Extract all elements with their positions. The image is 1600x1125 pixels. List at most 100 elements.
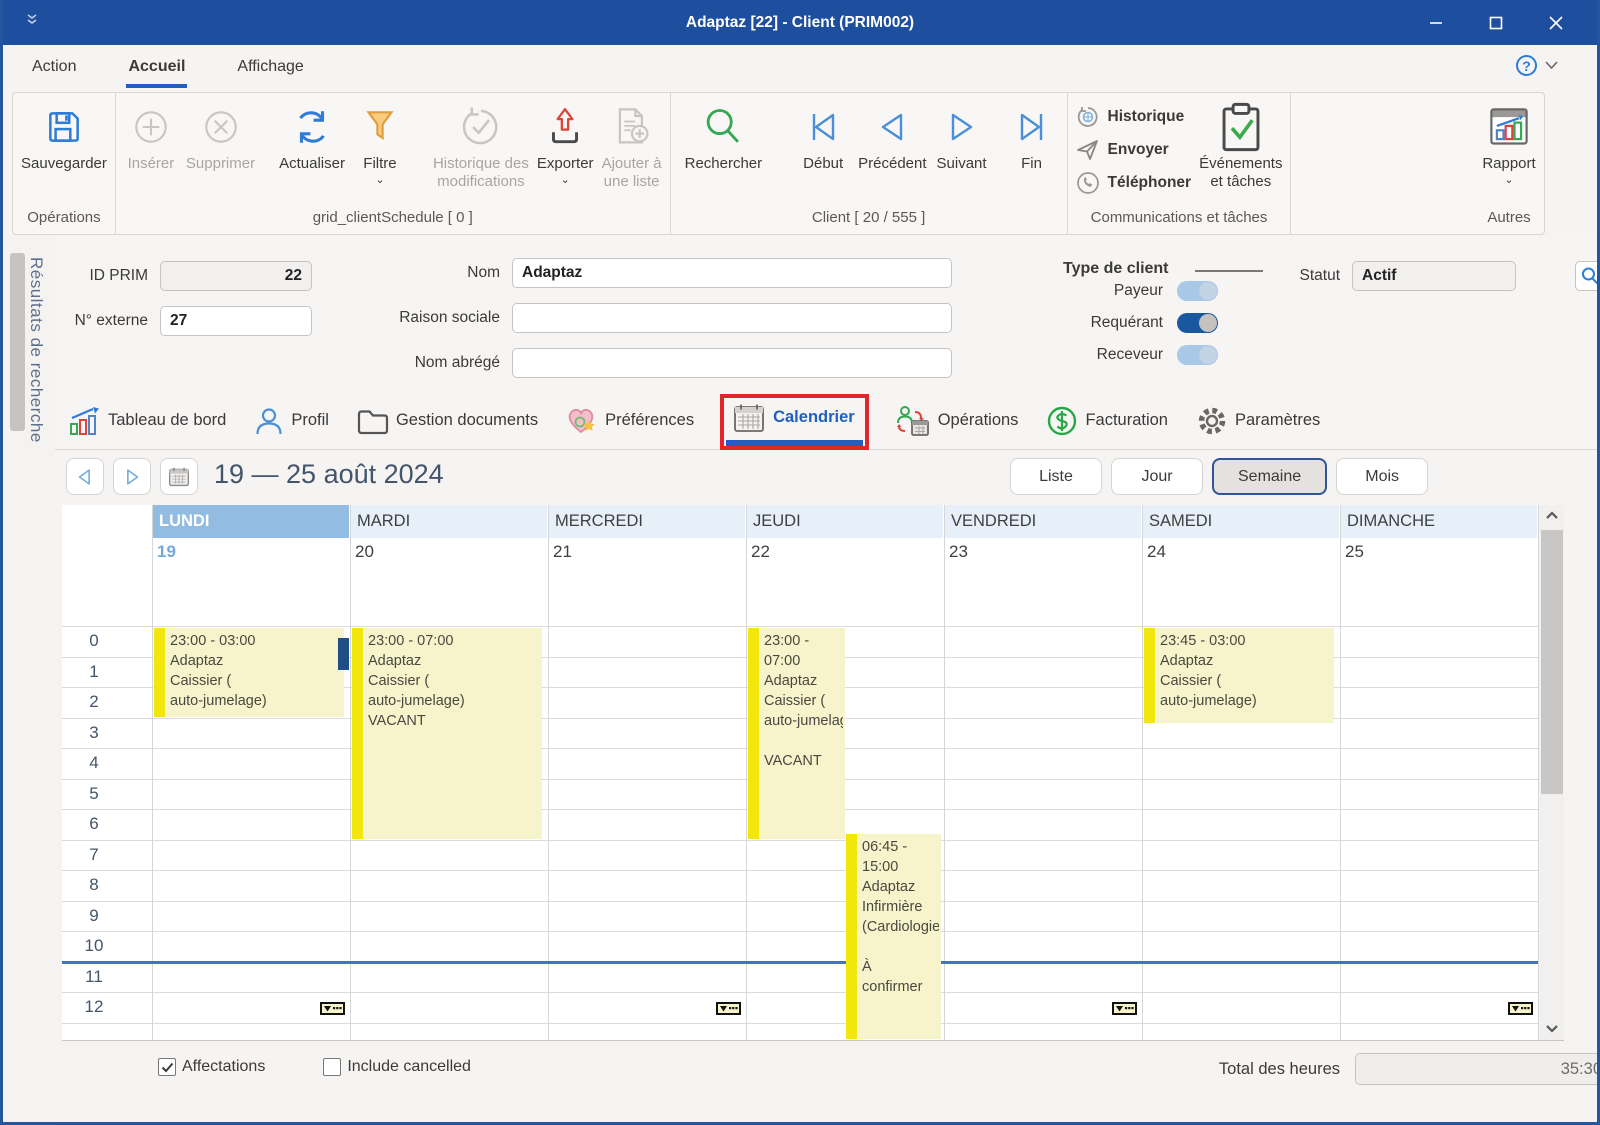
checkbox-affectations[interactable]: Affectations [158, 1058, 265, 1076]
hour-label: 2 [66, 692, 122, 712]
ribbon-button-label: Précédent [858, 155, 926, 173]
statut-field[interactable] [1352, 261, 1516, 291]
toggle-row-requerant: Requérant [1045, 313, 1218, 333]
minimize-button[interactable] [1406, 0, 1466, 45]
ribbon-button-telephoner[interactable]: Téléphoner [1076, 171, 1192, 195]
day-number: 25 [1345, 542, 1364, 562]
folder-icon [357, 407, 389, 435]
ribbon-button-historique[interactable]: Historique [1076, 105, 1192, 129]
more-events-marker[interactable] [320, 1002, 345, 1015]
ribbon-button-rechercher[interactable]: Rechercher [685, 98, 763, 173]
day-header-vendredi[interactable]: VENDREDI [944, 505, 1141, 538]
ribbon-button-envoyer[interactable]: Envoyer [1076, 138, 1192, 162]
event-text-line: auto-jumelage) [764, 711, 843, 731]
calendar-next-button[interactable] [113, 458, 151, 495]
id-prim-label: ID PRIM [55, 261, 148, 291]
n-externe-label: N° externe [55, 306, 148, 336]
tab-calendrier[interactable]: Calendrier [720, 394, 869, 450]
ribbon-button-fin[interactable]: Fin [1005, 98, 1059, 173]
toggle-receveur[interactable] [1177, 345, 1218, 365]
event-stripe [846, 834, 857, 1039]
menu-accueil[interactable]: Accueil [126, 49, 187, 88]
raison-sociale-field[interactable] [512, 303, 952, 333]
ribbon-button-evenements-et-taches[interactable]: Événements et tâches [1199, 98, 1282, 191]
toggle-payeur[interactable] [1177, 281, 1218, 301]
chevron-down-icon[interactable]: ⌄ [375, 175, 384, 185]
more-events-marker[interactable] [716, 1002, 741, 1015]
close-button[interactable] [1526, 0, 1586, 45]
day-header-mercredi[interactable]: MERCREDI [548, 505, 745, 538]
sidebar-grip[interactable] [10, 253, 25, 431]
more-events-marker[interactable] [1508, 1002, 1533, 1015]
nom-field[interactable] [512, 258, 952, 288]
ribbon-button-filtre[interactable]: Filtre⌄ [353, 98, 407, 185]
ribbon-group-communications-et-taches: Historique Envoyer Téléphoner Événements et… [1068, 93, 1292, 234]
view-mois[interactable]: Mois [1336, 458, 1428, 495]
checkbox-box[interactable] [323, 1058, 341, 1076]
toggle-label: Receveur [1045, 346, 1163, 364]
chevron-down-icon[interactable] [1545, 61, 1558, 70]
event-text-line: 23:00 - 03:00 [170, 631, 342, 651]
sidebar-results-tab[interactable]: Résultats de recherche [3, 237, 55, 1122]
scrollbar-up-button[interactable] [1540, 511, 1564, 520]
search-icon [701, 105, 745, 149]
ribbon-button-label: Fin [1021, 155, 1042, 173]
ribbon-button-precedent[interactable]: Précédent [858, 98, 926, 173]
hour-label: 6 [66, 814, 122, 834]
event-text-line: Infirmière [862, 897, 939, 917]
event-text-line: Adaptaz [170, 651, 342, 671]
calendar-event[interactable]: 23:00 - 03:00AdaptazCaissier (auto-jumel… [154, 628, 344, 717]
tab-gestion-documents[interactable]: Gestion documents [355, 403, 540, 439]
checkbox-include-cancelled[interactable]: Include cancelled [323, 1058, 471, 1076]
tab-parametres[interactable]: Paramètres [1194, 401, 1322, 441]
ribbon-button-suivant[interactable]: Suivant [935, 98, 989, 173]
chevron-down-icon[interactable]: ⌄ [1504, 175, 1513, 185]
day-header-samedi[interactable]: SAMEDI [1142, 505, 1339, 538]
toggle-knob [1199, 282, 1217, 300]
ribbon-button-rapport[interactable]: Rapport⌄ [1482, 98, 1536, 185]
event-stripe [154, 628, 165, 717]
day-header-mardi[interactable]: MARDI [350, 505, 547, 538]
day-header-lundi[interactable]: LUNDI [152, 505, 349, 538]
view-semaine[interactable]: Semaine [1212, 458, 1327, 495]
ribbon-button-label: Historique des modifications [433, 155, 529, 191]
app-window: Adaptaz [22] - Client (PRIM002) ActionAc… [0, 0, 1600, 1125]
toggle-requerant[interactable] [1177, 313, 1218, 333]
ribbon-button-sauvegarder[interactable]: Sauvegarder [21, 98, 107, 173]
ribbon-button-debut[interactable]: Début [796, 98, 850, 173]
grid-hour-line [62, 626, 1538, 627]
menu-action[interactable]: Action [30, 49, 78, 88]
ribbon-group-label: Opérations [21, 206, 107, 232]
tab-tableau-de-bord[interactable]: Tableau de bord [67, 402, 228, 440]
calendar-range-label: 19 — 25 août 2024 [214, 459, 444, 490]
day-header-jeudi[interactable]: JEUDI [746, 505, 943, 538]
calendar-event[interactable]: 23:00 -07:00AdaptazCaissier (auto-jumela… [748, 628, 845, 839]
calendar-prev-button[interactable] [66, 458, 104, 495]
maximize-button[interactable] [1466, 0, 1526, 45]
calendar-event[interactable]: 23:00 - 07:00AdaptazCaissier (auto-jumel… [352, 628, 542, 839]
tab-profil[interactable]: Profil [252, 402, 331, 440]
ribbon-button-exporter[interactable]: Exporter⌄ [537, 98, 594, 185]
menu-affichage[interactable]: Affichage [235, 49, 305, 88]
n-externe-field[interactable] [160, 306, 312, 336]
calendar-event[interactable]: 23:45 - 03:00AdaptazCaissier (auto-jumel… [1144, 628, 1334, 723]
calendar-event[interactable]: 06:45 -15:00AdaptazInfirmière(Cardiologi… [846, 834, 941, 1039]
more-events-marker[interactable] [1112, 1002, 1137, 1015]
tab-operations[interactable]: Opérations [893, 401, 1021, 441]
tab-preferences[interactable]: Préférences [564, 402, 696, 440]
nom-abrege-field[interactable] [512, 348, 952, 378]
event-stripe [1144, 628, 1155, 723]
ribbon-button-actualiser[interactable]: Actualiser [279, 98, 345, 173]
scrollbar-down-button[interactable] [1540, 1024, 1564, 1033]
tab-facturation[interactable]: Facturation [1044, 401, 1170, 441]
help-icon[interactable]: ? [1516, 55, 1537, 76]
chevron-down-icon[interactable]: ⌄ [561, 175, 570, 185]
total-hours-value: 35:30 [1355, 1053, 1600, 1085]
calendar-datepicker-button[interactable] [160, 458, 198, 495]
view-jour[interactable]: Jour [1111, 458, 1203, 495]
view-liste[interactable]: Liste [1010, 458, 1102, 495]
day-header-dimanche[interactable]: DIMANCHE [1340, 505, 1537, 538]
scrollbar-thumb[interactable] [1541, 530, 1563, 794]
checkbox-box[interactable] [158, 1058, 176, 1076]
event-text-line: Adaptaz [368, 651, 540, 671]
